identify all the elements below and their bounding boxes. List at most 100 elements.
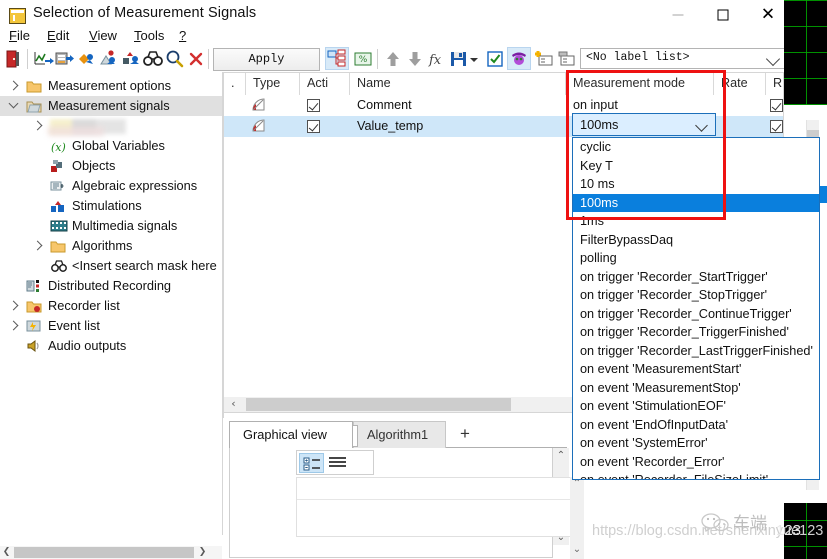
tree-horizontal-scrollbar[interactable]: ❮ ❯ bbox=[0, 546, 222, 559]
dropdown-option-measurementstart[interactable]: on event 'MeasurementStart' bbox=[573, 360, 819, 379]
tab-algorithm1[interactable]: Algorithm1 bbox=[353, 421, 446, 448]
dropdown-option-recorder-continuetrigger[interactable]: on trigger 'Recorder_ContinueTrigger' bbox=[573, 305, 819, 324]
scroll-up-arrow[interactable]: ⌃ bbox=[553, 448, 569, 463]
import-signal-icon[interactable] bbox=[54, 48, 76, 70]
wizard-button[interactable] bbox=[507, 47, 531, 70]
r-checkbox[interactable] bbox=[770, 120, 783, 133]
r-checkbox[interactable] bbox=[770, 99, 783, 112]
dropdown-option-10ms[interactable]: 10 ms bbox=[573, 175, 819, 194]
dropdown-option-recorder-stoptrigger[interactable]: on trigger 'Recorder_StopTrigger' bbox=[573, 286, 819, 305]
chevron-right-icon[interactable] bbox=[32, 240, 43, 251]
add-signal-icon[interactable] bbox=[76, 48, 98, 70]
chevron-right-icon[interactable] bbox=[32, 120, 43, 131]
save-dropdown-icon[interactable] bbox=[466, 48, 480, 70]
column-header-index[interactable]: . bbox=[224, 73, 246, 95]
properties-vertical-scrollbar[interactable]: ⌃ ⌄ bbox=[570, 477, 584, 559]
menu-item-help[interactable]: ? bbox=[176, 26, 189, 45]
insert-signal-icon[interactable] bbox=[32, 48, 54, 70]
dropdown-option-measurementstop[interactable]: on event 'MeasurementStop' bbox=[573, 379, 819, 398]
layout-tree-button[interactable] bbox=[325, 47, 349, 70]
remove-label-list-icon[interactable] bbox=[556, 48, 578, 70]
scroll-thumb[interactable] bbox=[246, 398, 511, 411]
check-all-icon[interactable] bbox=[484, 48, 506, 70]
sidebar-item-event-list[interactable]: Event list bbox=[0, 316, 222, 336]
window-icon bbox=[9, 8, 26, 24]
sidebar-item-recorder-list[interactable]: Recorder list bbox=[0, 296, 222, 316]
menu-item-edit[interactable]: Edit bbox=[44, 26, 72, 45]
sidebar-item-measurement-options[interactable]: Measurement options bbox=[0, 76, 222, 96]
tab-graphical-view[interactable]: Graphical view bbox=[229, 421, 353, 448]
chevron-down-icon[interactable] bbox=[8, 98, 19, 109]
add-label-list-icon[interactable] bbox=[534, 48, 556, 70]
function-fx-icon[interactable]: fx bbox=[426, 48, 448, 70]
label-list-combo[interactable]: <No label list> bbox=[580, 48, 784, 69]
dropdown-option-recorder-triggerfinished[interactable]: on trigger 'Recorder_TriggerFinished' bbox=[573, 323, 819, 342]
binoculars-search-icon[interactable] bbox=[142, 48, 164, 70]
chevron-down-icon[interactable] bbox=[695, 119, 708, 132]
dropdown-option-recorder-filesizelimit[interactable]: on event 'Recorder_FileSizeLimit' bbox=[573, 471, 819, 479]
sidebar-item-insert-search-mask[interactable]: <Insert search mask here bbox=[0, 256, 222, 276]
move-up-icon[interactable] bbox=[382, 48, 404, 70]
measurement-mode-combobox[interactable]: 100ms bbox=[572, 113, 716, 136]
column-header-rate[interactable]: Rate bbox=[714, 73, 766, 95]
dropdown-option-stimulationeof[interactable]: on event 'StimulationEOF' bbox=[573, 397, 819, 416]
menu-item-file[interactable]: File bbox=[6, 26, 33, 45]
sidebar-item-algorithms[interactable]: Algorithms bbox=[0, 236, 222, 256]
scroll-left-arrow[interactable]: ‹ bbox=[225, 397, 242, 411]
menu-item-tools[interactable]: Tools bbox=[131, 26, 167, 45]
sidebar-item-distributed-recording[interactable]: Distributed Recording bbox=[0, 276, 222, 296]
active-checkbox[interactable] bbox=[307, 120, 320, 133]
dropdown-option-filterbypassdaq[interactable]: FilterBypassDaq bbox=[573, 231, 819, 250]
dropdown-option-100ms[interactable]: 100ms bbox=[573, 193, 819, 212]
chevron-right-icon[interactable] bbox=[8, 80, 19, 91]
column-header-active[interactable]: Acti bbox=[300, 73, 350, 95]
dropdown-option-1ms[interactable]: 1ms bbox=[573, 212, 819, 231]
active-checkbox[interactable] bbox=[307, 99, 320, 112]
stimulations-icon bbox=[50, 199, 66, 213]
categorized-view-icon[interactable] bbox=[299, 453, 324, 473]
sidebar-item-multimedia-signals[interactable]: Multimedia signals bbox=[0, 216, 222, 236]
sidebar-item-label: Audio outputs bbox=[48, 338, 127, 353]
dropdown-option-recorder-error[interactable]: on event 'Recorder_Error' bbox=[573, 453, 819, 472]
signal-tree[interactable]: Measurement options Measurement signals … bbox=[0, 72, 223, 535]
properties-panel[interactable] bbox=[296, 477, 583, 537]
sidebar-item-global-variables[interactable]: (x) Global Variables bbox=[0, 136, 222, 156]
sidebar-item-algebraic-expressions[interactable]: Algebraic expressions bbox=[0, 176, 222, 196]
menu-item-view[interactable]: View bbox=[86, 26, 120, 45]
chevron-down-icon bbox=[765, 51, 781, 67]
dropdown-option-recorder-lasttriggerfinished[interactable]: on trigger 'Recorder_LastTriggerFinished… bbox=[573, 342, 819, 361]
column-header-type[interactable]: Type bbox=[246, 73, 300, 95]
remove-all-icon[interactable] bbox=[186, 48, 208, 70]
magnifier-icon[interactable] bbox=[164, 48, 186, 70]
column-header-r[interactable]: R bbox=[766, 73, 783, 95]
scroll-left-arrow[interactable]: ❮ bbox=[0, 547, 13, 558]
percent-icon[interactable]: % bbox=[352, 48, 374, 70]
sidebar-item-measurement-signals[interactable]: Measurement signals bbox=[0, 96, 222, 116]
edit-signal-icon[interactable] bbox=[98, 48, 120, 70]
apply-button[interactable]: Apply bbox=[213, 48, 320, 71]
scroll-down-arrow[interactable]: ⌄ bbox=[570, 543, 584, 557]
chevron-right-icon[interactable] bbox=[8, 300, 19, 311]
sidebar-item-stimulations[interactable]: Stimulations bbox=[0, 196, 222, 216]
sidebar-item-redacted[interactable] bbox=[0, 116, 222, 136]
dropdown-option-key-t[interactable]: Key T bbox=[573, 157, 819, 176]
sidebar-item-objects[interactable]: Objects bbox=[0, 156, 222, 176]
dropdown-option-cyclic[interactable]: cyclic bbox=[573, 138, 819, 157]
sidebar-item-label: Recorder list bbox=[48, 298, 120, 313]
dropdown-option-polling[interactable]: polling bbox=[573, 249, 819, 268]
add-tab-button[interactable]: + bbox=[450, 421, 480, 448]
scroll-right-arrow[interactable]: ❯ bbox=[196, 547, 209, 558]
list-view-icon[interactable] bbox=[325, 453, 350, 473]
dropdown-option-systemerror[interactable]: on event 'SystemError' bbox=[573, 434, 819, 453]
scroll-thumb[interactable] bbox=[14, 547, 194, 558]
dropdown-option-endofinputdata[interactable]: on event 'EndOfInputData' bbox=[573, 416, 819, 435]
move-down-icon[interactable] bbox=[404, 48, 426, 70]
delete-signal-icon[interactable] bbox=[120, 48, 142, 70]
column-header-name[interactable]: Name bbox=[350, 73, 566, 95]
measurement-mode-dropdown-list[interactable]: cyclic Key T 10 ms 100ms 1ms FilterBypas… bbox=[572, 137, 820, 480]
column-header-measurement-mode[interactable]: Measurement mode bbox=[566, 73, 714, 95]
exit-door-icon[interactable] bbox=[4, 48, 26, 70]
chevron-right-icon[interactable] bbox=[8, 320, 19, 331]
dropdown-option-recorder-starttrigger[interactable]: on trigger 'Recorder_StartTrigger' bbox=[573, 268, 819, 287]
sidebar-item-audio-outputs[interactable]: Audio outputs bbox=[0, 336, 222, 356]
